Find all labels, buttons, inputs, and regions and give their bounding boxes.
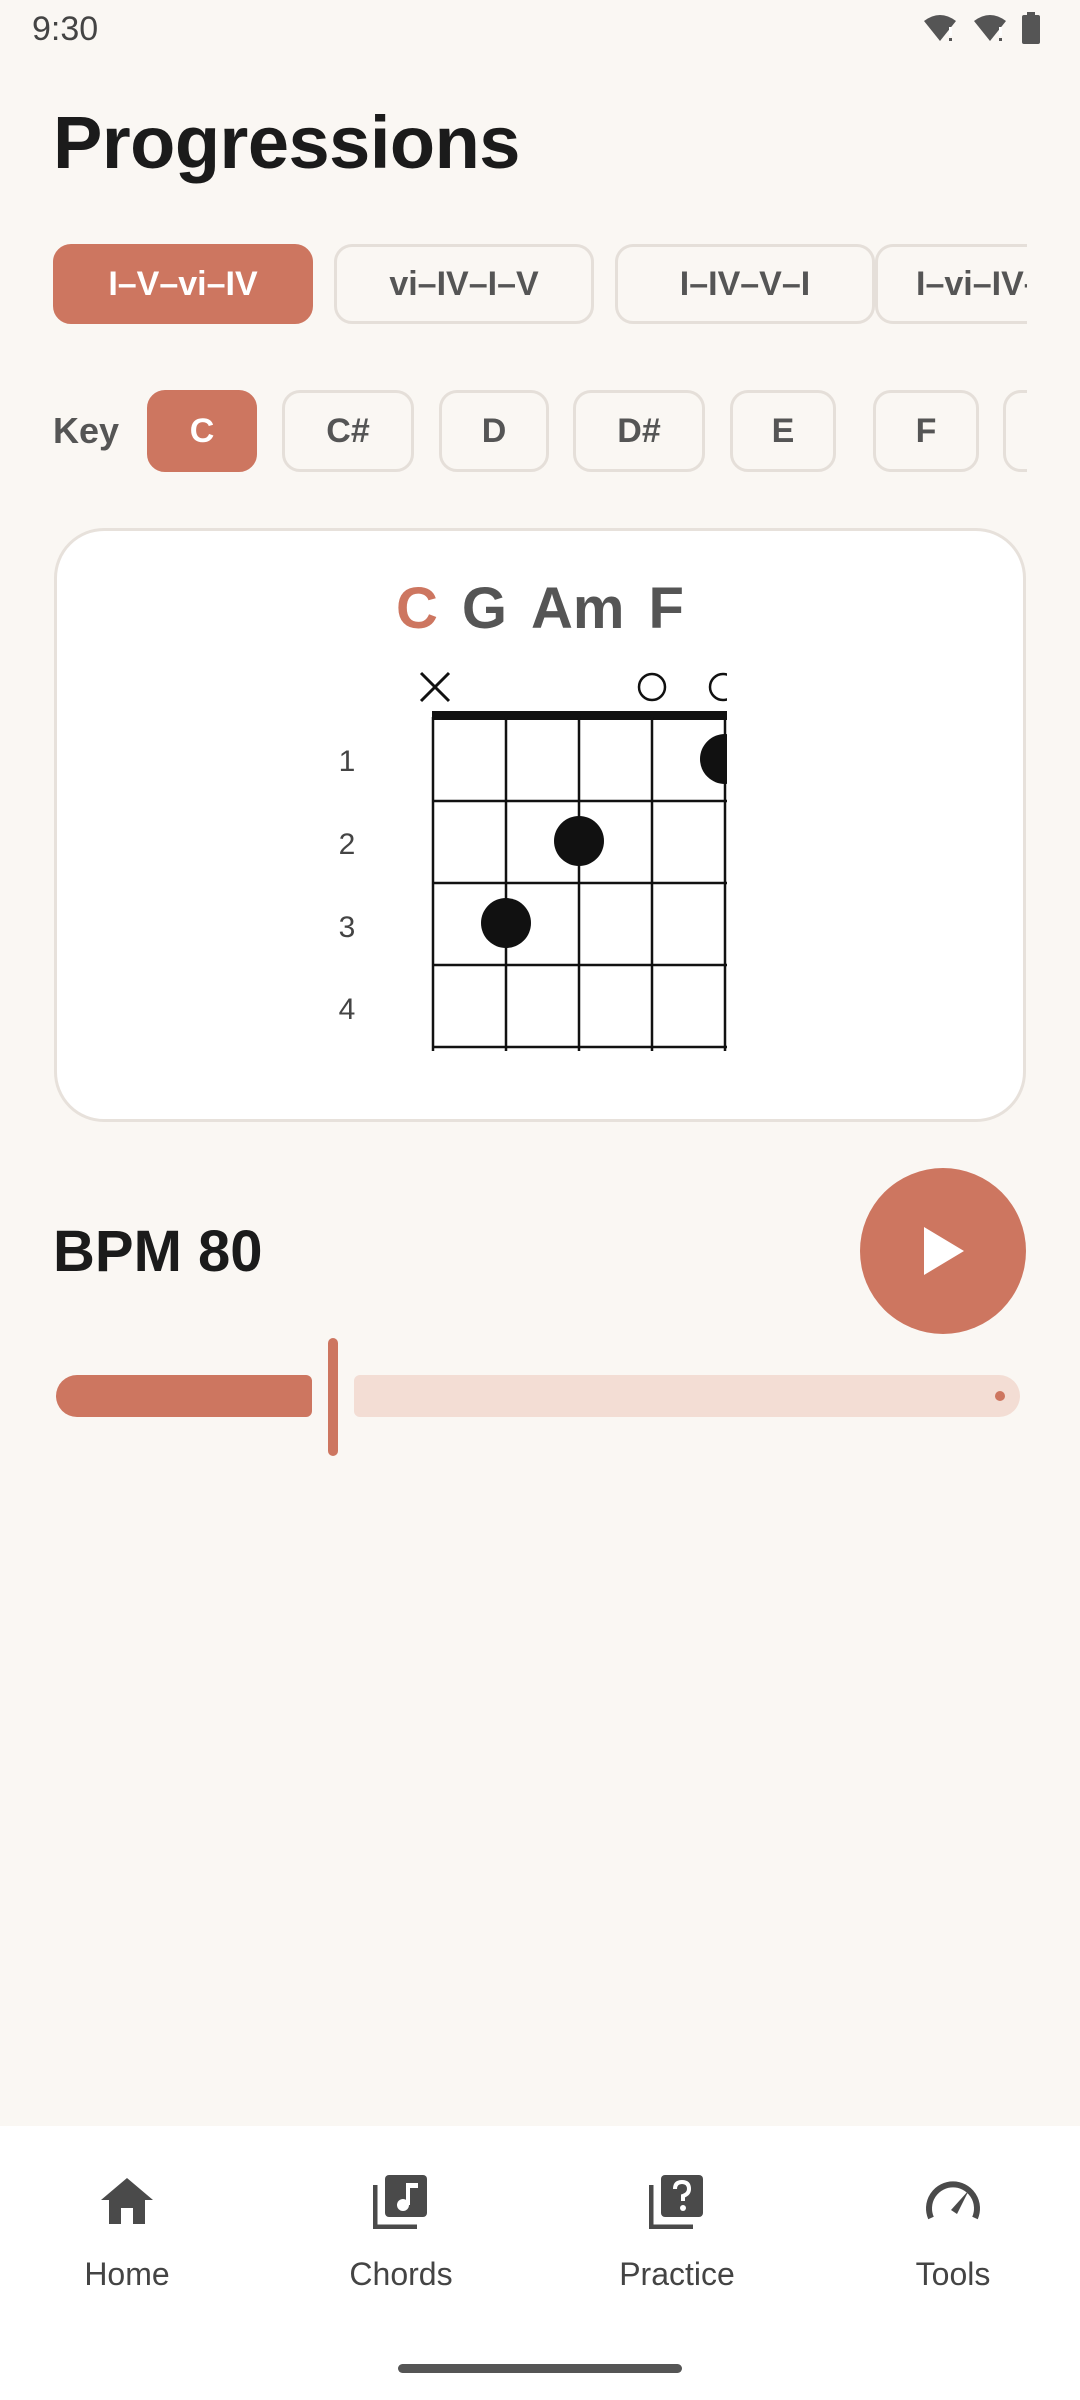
nav-item-practice[interactable]: Practice xyxy=(542,2166,812,2316)
key-chip-c[interactable]: C xyxy=(147,390,257,472)
slider-stop-indicator xyxy=(995,1391,1005,1401)
bpm-slider[interactable] xyxy=(56,1338,1022,1458)
chord-diagram: 1 2 3 4 xyxy=(339,671,727,1051)
wifi-icon xyxy=(924,15,956,41)
chord-name-current: C xyxy=(396,576,438,641)
chord-name: F xyxy=(648,576,684,641)
nav-label-chords: Chords xyxy=(349,2256,453,2292)
fret-number: 2 xyxy=(339,828,356,861)
open-string-marker xyxy=(708,672,727,702)
string-markers xyxy=(419,671,727,703)
bottom-navigation: Home Chords Practice Tools xyxy=(0,2126,1080,2400)
nav-label-practice: Practice xyxy=(619,2256,735,2292)
music-note-icon xyxy=(373,2166,429,2236)
key-chip-d-sharp[interactable]: D# xyxy=(573,390,705,472)
status-time: 9:30 xyxy=(32,10,99,48)
fret-number: 4 xyxy=(339,993,356,1026)
chord-card: C G Am F 1 2 3 4 xyxy=(54,528,1026,1122)
nav-item-home[interactable]: Home xyxy=(0,2166,262,2316)
nav-label-home: Home xyxy=(84,2256,170,2292)
nav-label-tools: Tools xyxy=(915,2256,991,2292)
muted-string-marker xyxy=(419,671,451,703)
battery-icon xyxy=(1022,12,1040,44)
home-icon xyxy=(99,2166,155,2236)
chord-sequence: C G Am F xyxy=(57,575,1023,642)
signal-icon xyxy=(974,15,1006,41)
open-string-marker xyxy=(637,672,667,702)
fret-number: 3 xyxy=(339,911,356,944)
key-chip-f[interactable]: F xyxy=(873,390,979,472)
gesture-home-bar[interactable] xyxy=(398,2364,682,2373)
chord-name: G xyxy=(461,576,508,641)
finger-dot xyxy=(481,898,531,948)
speedometer-icon xyxy=(925,2166,981,2236)
status-bar: 9:30 xyxy=(0,0,1080,60)
nav-item-chords[interactable]: Chords xyxy=(266,2166,536,2316)
progression-chip-i-iv-v-i[interactable]: I–IV–V–I xyxy=(615,244,875,324)
key-chip-e[interactable]: E xyxy=(730,390,836,472)
progression-selector: I–V–vi–IV vi–IV–I–V I–IV–V–I I–vi–IV–V xyxy=(53,244,1027,328)
bpm-label: BPM 80 xyxy=(53,1219,263,1284)
slider-inactive-track xyxy=(354,1375,1020,1417)
slider-active-track xyxy=(56,1375,312,1417)
page-title: Progressions xyxy=(53,101,520,184)
key-label: Key xyxy=(53,410,120,451)
play-icon xyxy=(924,1227,964,1275)
slider-thumb[interactable] xyxy=(328,1338,338,1456)
progression-chip-i-v-vi-iv[interactable]: I–V–vi–IV xyxy=(53,244,313,324)
key-chip-c-sharp[interactable]: C# xyxy=(282,390,414,472)
progression-chip-vi-iv-i-v[interactable]: vi–IV–I–V xyxy=(334,244,594,324)
quiz-icon xyxy=(649,2166,705,2236)
key-chip-d[interactable]: D xyxy=(439,390,549,472)
progression-chip-i-vi-iv-v[interactable]: I–vi–IV–V xyxy=(875,244,1027,324)
play-button[interactable] xyxy=(860,1168,1026,1334)
finger-dot xyxy=(700,734,727,784)
finger-dot xyxy=(554,816,604,866)
fret-number: 1 xyxy=(339,745,356,778)
status-icons xyxy=(922,12,1040,44)
chord-name: Am xyxy=(531,576,625,641)
key-chip-more[interactable] xyxy=(1003,390,1027,472)
nav-item-tools[interactable]: Tools xyxy=(818,2166,1080,2316)
key-selector: Key C C# D D# E F xyxy=(53,390,1027,476)
